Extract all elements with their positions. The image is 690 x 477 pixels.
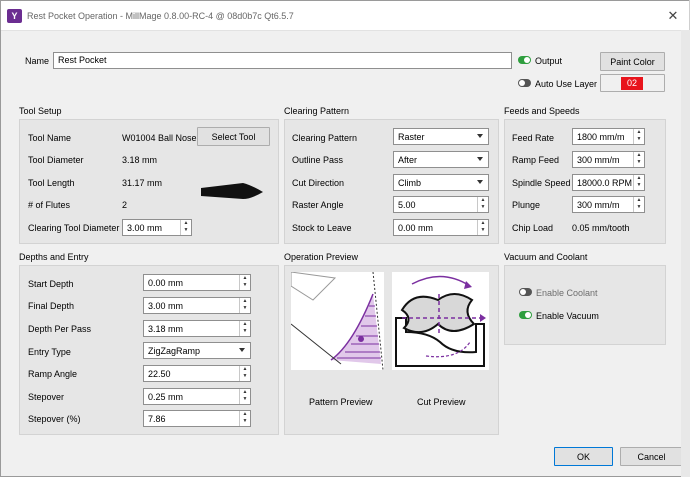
flutes-label: # of Flutes (28, 200, 71, 210)
spindle-speed-spinbox[interactable]: 18000.0 RPM ▲ ▼ (572, 174, 645, 191)
pattern-preview-caption: Pattern Preview (309, 397, 373, 407)
enable-vacuum-toggle[interactable] (519, 311, 532, 319)
output-label: Output (535, 56, 563, 66)
auto-use-layer-label: Auto Use Layer (535, 79, 598, 89)
enable-vacuum-label: Enable Vacuum (536, 311, 599, 321)
stepover-percent-label: Stepover (%) (28, 414, 81, 424)
background-window-edge (681, 30, 690, 477)
raster-angle-spinbox[interactable]: 5.00 ▲ ▼ (393, 196, 489, 213)
feeds-speeds-title: Feeds and Speeds (504, 106, 580, 116)
tool-length-label: Tool Length (28, 178, 75, 188)
close-icon[interactable]: ✕ (663, 7, 683, 25)
chip-load-label: Chip Load (512, 223, 554, 233)
tool-diameter-value: 3.18 mm (122, 155, 158, 165)
spin-arrows-icon[interactable]: ▲ ▼ (633, 197, 644, 212)
name-input[interactable]: Rest Pocket (53, 52, 512, 69)
layer-swatch-button[interactable]: 02 (600, 74, 665, 92)
spin-arrows-icon[interactable]: ▲ ▼ (633, 175, 644, 190)
clearing-pattern-title: Clearing Pattern (284, 106, 350, 116)
spindle-speed-label: Spindle Speed (512, 178, 571, 188)
clearing-tool-diameter-label: Clearing Tool Diameter (28, 223, 120, 233)
feed-rate-label: Feed Rate (512, 133, 555, 143)
tool-name-label: Tool Name (28, 133, 72, 143)
flutes-value: 2 (122, 200, 128, 210)
raster-angle-label: Raster Angle (292, 200, 344, 210)
layer-number: 02 (621, 77, 643, 90)
stepover-label: Stepover (28, 392, 65, 402)
chevron-down-icon (239, 348, 245, 352)
final-depth-label: Final Depth (28, 301, 75, 311)
app-logo-icon: Y (7, 9, 22, 23)
auto-use-layer-toggle[interactable] (518, 79, 531, 87)
title-bar: Y Rest Pocket Operation - MillMage 0.8.0… (1, 1, 689, 31)
spin-arrows-icon[interactable]: ▲ ▼ (633, 152, 644, 167)
clearing-pattern-label: Clearing Pattern (292, 133, 358, 143)
tool-setup-title: Tool Setup (19, 106, 62, 116)
spin-arrows-icon[interactable]: ▲ ▼ (180, 220, 191, 235)
depth-per-pass-spinbox[interactable]: 3.18 mm ▲ ▼ (143, 320, 251, 337)
enable-coolant-label: Enable Coolant (536, 288, 598, 298)
ramp-feed-label: Ramp Feed (512, 155, 560, 165)
entry-type-select[interactable]: ZigZagRamp (143, 342, 251, 359)
output-toggle[interactable] (518, 56, 531, 64)
spin-arrows-icon[interactable]: ▲ ▼ (239, 321, 250, 336)
select-tool-button[interactable]: Select Tool (197, 127, 270, 146)
tool-name-value: W01004 Ball Nose (122, 133, 197, 143)
cut-preview-caption: Cut Preview (417, 397, 466, 407)
pattern-preview-image (291, 272, 384, 370)
stock-to-leave-label: Stock to Leave (292, 223, 352, 233)
dialog-window: Y Rest Pocket Operation - MillMage 0.8.0… (0, 0, 689, 477)
name-label: Name (25, 56, 50, 66)
cut-direction-select[interactable]: Climb (393, 174, 489, 191)
outline-pass-label: Outline Pass (292, 155, 344, 165)
cut-preview-image (392, 272, 489, 370)
entry-type-label: Entry Type (28, 347, 71, 357)
chevron-down-icon (477, 157, 483, 161)
vacuum-coolant-title: Vacuum and Coolant (504, 252, 588, 262)
spin-arrows-icon[interactable]: ▲ ▼ (239, 275, 250, 290)
clearing-pattern-select[interactable]: Raster (393, 128, 489, 145)
stepover-spinbox[interactable]: 0.25 mm ▲ ▼ (143, 388, 251, 405)
stepover-percent-spinbox[interactable]: 7.86 ▲ ▼ (143, 410, 251, 427)
spin-arrows-icon[interactable]: ▲ ▼ (633, 129, 644, 144)
chip-load-value: 0.05 mm/tooth (572, 223, 630, 233)
chevron-down-icon (477, 180, 483, 184)
operation-preview-title: Operation Preview (284, 252, 359, 262)
tool-length-value: 31.17 mm (122, 178, 163, 188)
depth-per-pass-label: Depth Per Pass (28, 324, 92, 334)
final-depth-spinbox[interactable]: 3.00 mm ▲ ▼ (143, 297, 251, 314)
spin-arrows-icon[interactable]: ▲ ▼ (239, 298, 250, 313)
clearing-tool-diameter-spinbox[interactable]: 3.00 mm ▲ ▼ (122, 219, 192, 236)
spin-arrows-icon[interactable]: ▲ ▼ (239, 389, 250, 404)
spin-arrows-icon[interactable]: ▲ ▼ (477, 197, 488, 212)
depths-entry-title: Depths and Entry (19, 252, 89, 262)
chevron-down-icon (477, 134, 483, 138)
start-depth-label: Start Depth (28, 279, 74, 289)
cancel-button[interactable]: Cancel (620, 447, 683, 466)
spin-arrows-icon[interactable]: ▲ ▼ (239, 411, 250, 426)
plunge-spinbox[interactable]: 300 mm/m ▲ ▼ (572, 196, 645, 213)
plunge-label: Plunge (512, 200, 541, 210)
start-depth-spinbox[interactable]: 0.00 mm ▲ ▼ (143, 274, 251, 291)
tool-diameter-label: Tool Diameter (28, 155, 84, 165)
paint-color-button[interactable]: Paint Color (600, 52, 665, 71)
window-title: Rest Pocket Operation - MillMage 0.8.00-… (27, 11, 294, 21)
ramp-angle-spinbox[interactable]: 22.50 ▲ ▼ (143, 365, 251, 382)
feed-rate-spinbox[interactable]: 1800 mm/m ▲ ▼ (572, 128, 645, 145)
vacuum-coolant-panel (504, 265, 666, 345)
cut-direction-label: Cut Direction (292, 178, 345, 188)
enable-coolant-toggle[interactable] (519, 288, 532, 296)
spin-arrows-icon[interactable]: ▲ ▼ (239, 366, 250, 381)
ok-button[interactable]: OK (554, 447, 613, 466)
stock-to-leave-spinbox[interactable]: 0.00 mm ▲ ▼ (393, 219, 489, 236)
ramp-feed-spinbox[interactable]: 300 mm/m ▲ ▼ (572, 151, 645, 168)
outline-pass-select[interactable]: After (393, 151, 489, 168)
spin-arrows-icon[interactable]: ▲ ▼ (477, 220, 488, 235)
ramp-angle-label: Ramp Angle (28, 369, 78, 379)
tool-shape-icon (201, 183, 263, 199)
